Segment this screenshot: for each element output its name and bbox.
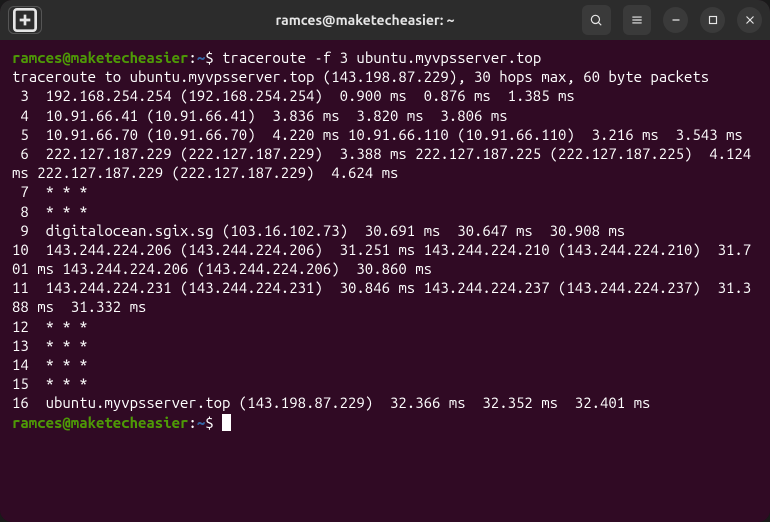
terminal-window: ramces@maketecheasier: ~ — [0, 0, 770, 522]
menu-button[interactable] — [623, 5, 652, 35]
maximize-button[interactable] — [700, 7, 725, 33]
prompt-separator-2: : — [188, 414, 196, 431]
new-tab-button[interactable] — [8, 6, 42, 34]
prompt-separator: : — [188, 49, 196, 66]
prompt-path-2: ~ — [197, 414, 205, 431]
window-title: ramces@maketecheasier: ~ — [148, 12, 582, 28]
close-button[interactable] — [737, 7, 762, 33]
maximize-icon — [706, 13, 720, 27]
prompt-symbol: $ — [205, 49, 213, 66]
close-icon — [743, 13, 757, 27]
command-text: traceroute -f 3 ubuntu.myvpsserver.top — [222, 49, 541, 66]
new-tab-icon — [9, 4, 41, 36]
hamburger-icon — [630, 13, 644, 27]
search-icon — [589, 13, 603, 27]
minimize-button[interactable] — [663, 7, 688, 33]
minimize-icon — [669, 13, 683, 27]
traceroute-hops: 3 192.168.254.254 (192.168.254.254) 0.90… — [12, 87, 760, 411]
prompt-user-host: ramces@maketecheasier — [12, 49, 188, 66]
search-button[interactable] — [582, 5, 611, 35]
cursor — [222, 414, 231, 431]
terminal-body[interactable]: ramces@maketecheasier:~$ traceroute -f 3… — [0, 40, 770, 522]
titlebar: ramces@maketecheasier: ~ — [0, 0, 770, 40]
prompt-path: ~ — [197, 49, 205, 66]
traceroute-header: traceroute to ubuntu.myvpsserver.top (14… — [12, 68, 709, 85]
prompt-symbol-2: $ — [205, 414, 213, 431]
prompt-user-host-2: ramces@maketecheasier — [12, 414, 188, 431]
